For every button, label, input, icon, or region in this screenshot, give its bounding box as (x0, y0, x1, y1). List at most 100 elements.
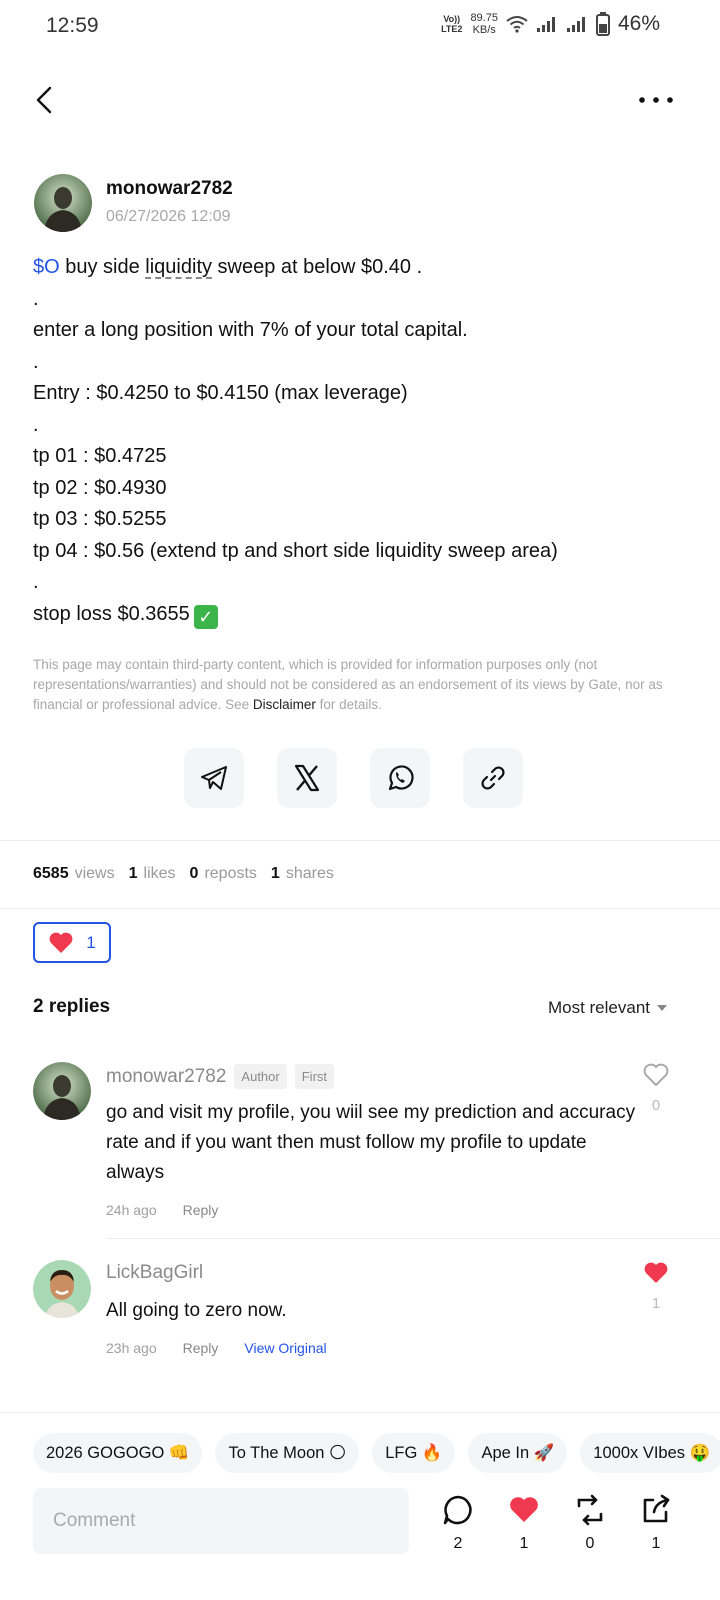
post-line: Entry : $0.4250 to $0.4150 (max leverage… (33, 382, 408, 404)
reposts-count: 0 (189, 865, 199, 882)
ticker-link[interactable]: $O (33, 256, 60, 278)
quick-chip[interactable]: Ape In 🚀 (468, 1433, 568, 1473)
reply-button[interactable]: Reply (183, 1340, 219, 1356)
reposts-label: reposts (204, 865, 257, 882)
post-line: tp 02 : $0.4930 (33, 476, 167, 499)
reply-user-row: monowar2782 Author First (106, 1064, 335, 1089)
reply-text: go and visit my profile, you wiil see my… (106, 1102, 636, 1183)
reply-like-button[interactable]: 0 (641, 1062, 671, 1114)
post-line: enter a long position with 7% of your to… (33, 319, 468, 341)
comments-action[interactable]: 2 (438, 1494, 478, 1553)
divider (0, 840, 720, 841)
volte-top-text: Vo)) (443, 14, 461, 24)
avatar-image (34, 174, 92, 232)
share-whatsapp-button[interactable] (370, 748, 430, 808)
comments-count: 2 (453, 1535, 463, 1552)
speed-value: 89.75 (470, 12, 498, 24)
reply-like-button[interactable]: 1 (641, 1260, 671, 1312)
replies-count-header: 2 replies (33, 996, 111, 1017)
share-action[interactable]: 1 (636, 1494, 676, 1553)
sort-dropdown[interactable]: Most relevant (548, 998, 668, 1018)
speed-unit: KB/s (472, 24, 496, 36)
post-line: stop loss $0.3655 ✓ (33, 599, 693, 631)
battery-percent: 46% (617, 12, 660, 35)
reposts-stat[interactable]: 0 reposts (190, 865, 257, 883)
reposts-count: 0 (585, 1535, 595, 1552)
quick-chip[interactable]: 2026 GOGOGO 👊 (33, 1433, 203, 1473)
post-text: sweep at below $0.40 . (212, 256, 423, 278)
heart-icon (49, 932, 73, 953)
glossary-term[interactable]: liquidity (145, 256, 212, 278)
like-action[interactable]: 1 (504, 1494, 544, 1553)
quick-chip[interactable]: 1000x VIbes 🤑 (580, 1433, 720, 1473)
reply-meta: 24h ago Reply (106, 1202, 218, 1218)
signal-icon-2 (566, 17, 585, 32)
post-date: 06/27/2026 12:09 (106, 208, 231, 225)
post-text: buy side (59, 256, 146, 278)
top-nav (0, 76, 720, 126)
copy-link-button[interactable] (463, 748, 523, 808)
status-time: 12:59 (46, 14, 99, 37)
views-label: views (74, 865, 115, 882)
post-line: tp 03 : $0.5255 (33, 508, 167, 530)
reaction-chip[interactable]: 1 (33, 922, 111, 963)
telegram-icon (201, 766, 227, 790)
quick-chip[interactable]: LFG 🔥 (372, 1433, 456, 1473)
likes-count: 1 (519, 1535, 529, 1552)
author-name[interactable]: monowar2782 (106, 178, 233, 200)
reply-avatar[interactable] (33, 1062, 91, 1120)
avatar-image (33, 1260, 91, 1318)
author-avatar[interactable] (34, 174, 92, 232)
quick-reply-chips: 2026 GOGOGO 👊 To The Moon 🌕 LFG 🔥 Ape In 🚀 1… (33, 1433, 720, 1473)
reply-user-row: LickBagGirl (106, 1262, 203, 1284)
reply-like-count: 1 (651, 1295, 661, 1312)
more-dots-icon (639, 97, 673, 103)
reply-item: LickBagGirl All going to zero now. 23h a… (33, 1260, 693, 1370)
shares-count: 1 (270, 865, 280, 882)
back-button[interactable] (28, 82, 64, 118)
volte-indicator: Vo)) LTE2 (441, 14, 462, 34)
repost-action[interactable]: 0 (570, 1494, 610, 1553)
post-line: $O buy side liquidity sweep at below $0.… (33, 252, 693, 284)
reply-time: 23h ago (106, 1340, 157, 1356)
shares-count: 1 (651, 1535, 661, 1552)
signal-icon-1 (536, 17, 555, 32)
shares-stat[interactable]: 1 shares (271, 865, 334, 883)
post-line: tp 01 : $0.4725 (33, 445, 167, 467)
disclaimer-link[interactable]: Disclaimer (253, 697, 316, 712)
repost-icon (577, 1494, 603, 1526)
sort-label: Most relevant (547, 998, 650, 1017)
reply-meta: 23h ago Reply View Original (106, 1340, 327, 1356)
bottom-action-bar: 2 1 0 1 (0, 1488, 720, 1578)
divider (0, 1412, 720, 1413)
reply-item: monowar2782 Author First go and visit my… (33, 1062, 693, 1232)
stop-loss-text: stop loss $0.3655 (33, 602, 190, 625)
share-telegram-button[interactable] (184, 748, 244, 808)
check-mark-icon: ✓ (193, 604, 218, 629)
more-options-button[interactable] (636, 86, 676, 114)
author-tag: Author (234, 1064, 287, 1089)
reply-username[interactable]: LickBagGirl (106, 1262, 203, 1284)
comment-input[interactable] (33, 1488, 409, 1554)
divider (106, 1238, 720, 1239)
reply-button[interactable]: Reply (183, 1202, 219, 1218)
shares-label: shares (285, 865, 334, 882)
reply-username[interactable]: monowar2782 (106, 1066, 226, 1088)
link-icon (481, 766, 505, 790)
avatar-image (33, 1062, 91, 1120)
view-original-button[interactable]: View Original (244, 1340, 326, 1356)
reaction-count: 1 (86, 932, 96, 952)
quick-chip[interactable]: To The Moon 🌕 (215, 1433, 360, 1473)
disclaimer-text-end: for details. (315, 697, 382, 712)
post-line: . (33, 413, 39, 436)
reply-like-count: 0 (651, 1097, 661, 1114)
reply-avatar[interactable] (33, 1260, 91, 1318)
caret-down-icon (657, 1005, 667, 1011)
share-x-button[interactable] (277, 748, 337, 808)
likes-label: likes (143, 865, 176, 882)
likes-stat[interactable]: 1 likes (129, 865, 176, 883)
post-stats: 6585 views 1 likes 0 reposts 1 shares (33, 865, 334, 883)
status-bar: 12:59 Vo)) LTE2 89.75 KB/s 46% (0, 0, 720, 56)
views-stat: 6585 views (33, 865, 115, 883)
views-count: 6585 (33, 865, 69, 882)
